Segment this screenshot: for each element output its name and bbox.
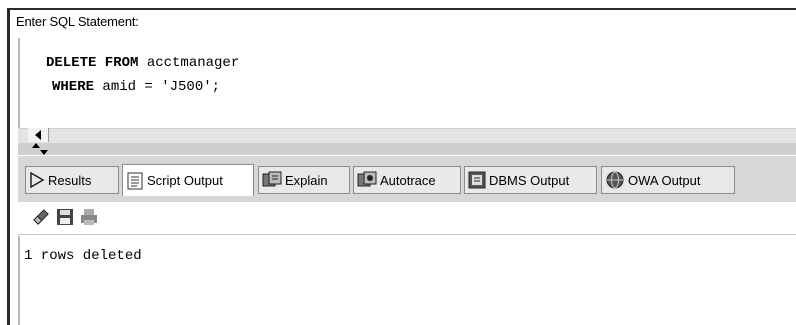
scroll-left-button[interactable]	[28, 128, 49, 142]
tab-label: Results	[48, 172, 92, 188]
tab-label: OWA Output	[628, 172, 701, 188]
tab-label: Explain	[285, 172, 328, 188]
dbms-output-icon	[468, 171, 486, 189]
explain-icon	[262, 171, 282, 189]
owa-output-icon	[605, 171, 625, 189]
tab-autotrace[interactable]: Autotrace	[353, 166, 461, 194]
output-message: 1 rows deleted	[24, 248, 142, 264]
horizontal-scrollbar[interactable]	[18, 128, 796, 144]
scroll-left-icon	[35, 130, 41, 140]
editor-gutter	[18, 38, 20, 128]
tab-dbms-output[interactable]: DBMS Output	[464, 166, 597, 194]
sql-text: acctmanager	[138, 55, 240, 71]
play-triangle-icon	[29, 172, 45, 188]
sql-statement-label: Enter SQL Statement:	[16, 14, 139, 29]
tab-label: Script Output	[147, 173, 223, 188]
print-icon[interactable]	[78, 206, 100, 228]
output-toolbar	[18, 202, 796, 235]
splitter-bar[interactable]	[18, 143, 796, 155]
sql-keyword: DELETE FROM	[46, 55, 139, 71]
tab-explain[interactable]: Explain	[258, 166, 350, 194]
sql-keyword: WHERE	[52, 79, 95, 95]
script-output-icon	[126, 172, 144, 190]
save-icon[interactable]	[54, 206, 76, 228]
tab-owa-output[interactable]: OWA Output	[601, 166, 735, 194]
tab-label: Autotrace	[380, 172, 436, 188]
eraser-icon[interactable]	[30, 206, 52, 228]
splitter-arrows-icon[interactable]	[32, 143, 48, 156]
sql-line-2: WHERE amid = 'J500';	[52, 79, 220, 95]
sql-text: amid = 'J500';	[94, 79, 221, 95]
autotrace-icon	[357, 171, 377, 189]
tab-label: DBMS Output	[489, 172, 570, 188]
sql-line-1: DELETE FROM acctmanager	[46, 55, 239, 71]
tab-script-output[interactable]: Script Output	[122, 164, 254, 196]
tab-results[interactable]: Results	[25, 166, 119, 194]
